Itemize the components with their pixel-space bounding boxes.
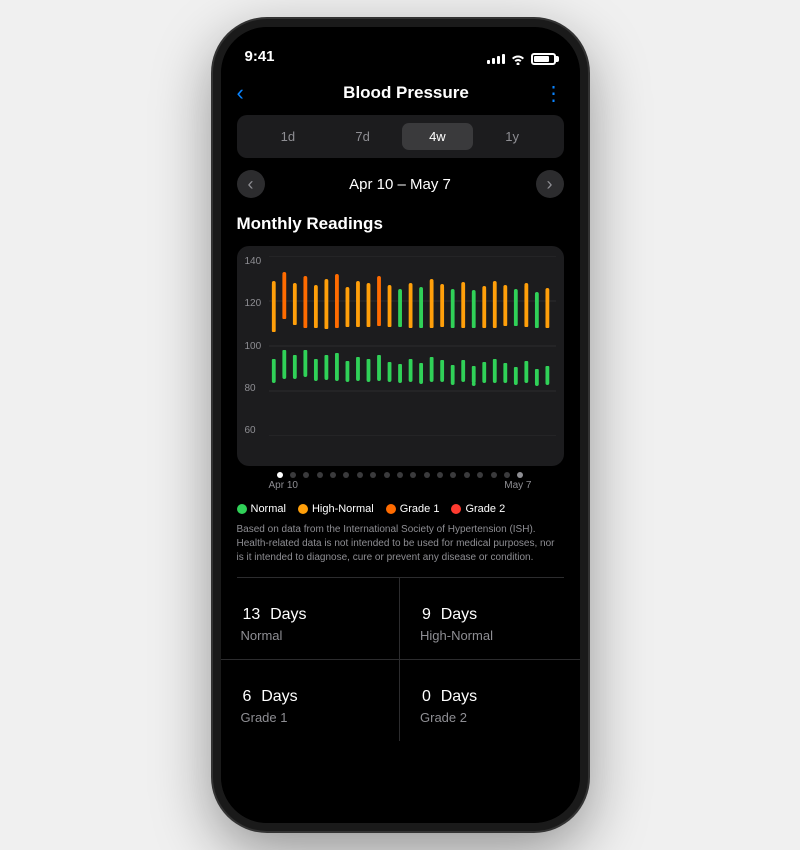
legend-label-high-normal: High-Normal [312,503,374,515]
y-label-140: 140 [245,256,262,267]
y-label-60: 60 [245,425,262,436]
next-date-button[interactable]: › [536,170,564,198]
legend-normal: Normal [237,503,286,515]
dot-3 [317,472,323,478]
tab-1y[interactable]: 1y [477,123,548,150]
stat-high-normal: 9 Days High-Normal [400,578,580,660]
y-label-120: 120 [245,298,262,309]
phone-screen: 9:41 ‹ Blood Pressure ⋮ 1d [221,27,580,823]
legend-dot-grade1 [386,504,396,514]
dot-16 [491,472,497,478]
notch [320,27,480,57]
stat-grade2: 0 Days Grade 2 [400,660,580,741]
stat-grade1-number: 6 Days [241,676,380,708]
stat-grade2-number: 0 Days [420,676,560,708]
wifi-icon [510,53,526,65]
scroll-dots [237,466,564,478]
end-date: May 7 [504,480,531,491]
tab-1d[interactable]: 1d [253,123,324,150]
stats-grid: 13 Days Normal 9 Days High-Normal 6 Days [221,578,580,741]
legend: Normal High-Normal Grade 1 Grade 2 [221,491,580,523]
disclaimer: Based on data from the International Soc… [221,523,580,577]
status-icons [487,53,556,65]
dot-1 [290,472,296,478]
back-button[interactable]: ‹ [237,80,269,106]
stat-grade1-label: Grade 1 [241,710,380,725]
y-axis: 140 120 100 80 60 [245,256,262,436]
date-navigation: ‹ Apr 10 – May 7 › [221,158,580,210]
status-time: 9:41 [245,48,275,65]
prev-date-button[interactable]: ‹ [237,170,265,198]
dot-0 [277,472,283,478]
stat-high-normal-label: High-Normal [420,628,560,643]
legend-grade2: Grade 2 [451,503,505,515]
tab-7d[interactable]: 7d [327,123,398,150]
tab-4w[interactable]: 4w [402,123,473,150]
more-button[interactable]: ⋮ [544,81,564,106]
legend-label-grade2: Grade 2 [465,503,505,515]
legend-dot-grade2 [451,504,461,514]
dot-6 [357,472,363,478]
chart-title: Monthly Readings [237,214,564,234]
legend-dot-high-normal [298,504,308,514]
dot-4 [330,472,336,478]
legend-grade1: Grade 1 [386,503,440,515]
dot-11 [424,472,430,478]
date-range-label: Apr 10 – May 7 [349,176,451,193]
nav-bar: ‹ Blood Pressure ⋮ [221,71,580,115]
stat-grade1: 6 Days Grade 1 [221,660,401,741]
y-label-100: 100 [245,341,262,352]
chart-svg [269,256,556,436]
phone-frame: 9:41 ‹ Blood Pressure ⋮ 1d [213,19,588,831]
battery-icon [531,53,556,65]
dot-14 [464,472,470,478]
y-label-80: 80 [245,383,262,394]
stat-normal-label: Normal [241,628,380,643]
stat-grade2-label: Grade 2 [420,710,560,725]
dot-9 [397,472,403,478]
chart-section: Monthly Readings 140 120 100 80 60 [221,210,580,491]
signal-icon [487,54,505,64]
dot-17 [504,472,510,478]
legend-label-grade1: Grade 1 [400,503,440,515]
dot-12 [437,472,443,478]
content-area: 1d 7d 4w 1y ‹ Apr 10 – May 7 › Monthly R… [221,115,580,823]
time-tabs: 1d 7d 4w 1y [237,115,564,158]
stat-high-normal-number: 9 Days [420,594,560,626]
legend-high-normal: High-Normal [298,503,374,515]
date-range-labels: Apr 10 May 7 [237,478,564,491]
page-title: Blood Pressure [343,83,469,103]
stat-normal: 13 Days Normal [221,578,401,660]
start-date: Apr 10 [269,480,298,491]
chart-container: 140 120 100 80 60 [237,246,564,466]
legend-dot-normal [237,504,247,514]
dot-8 [384,472,390,478]
stat-normal-number: 13 Days [241,594,380,626]
legend-label-normal: Normal [251,503,286,515]
